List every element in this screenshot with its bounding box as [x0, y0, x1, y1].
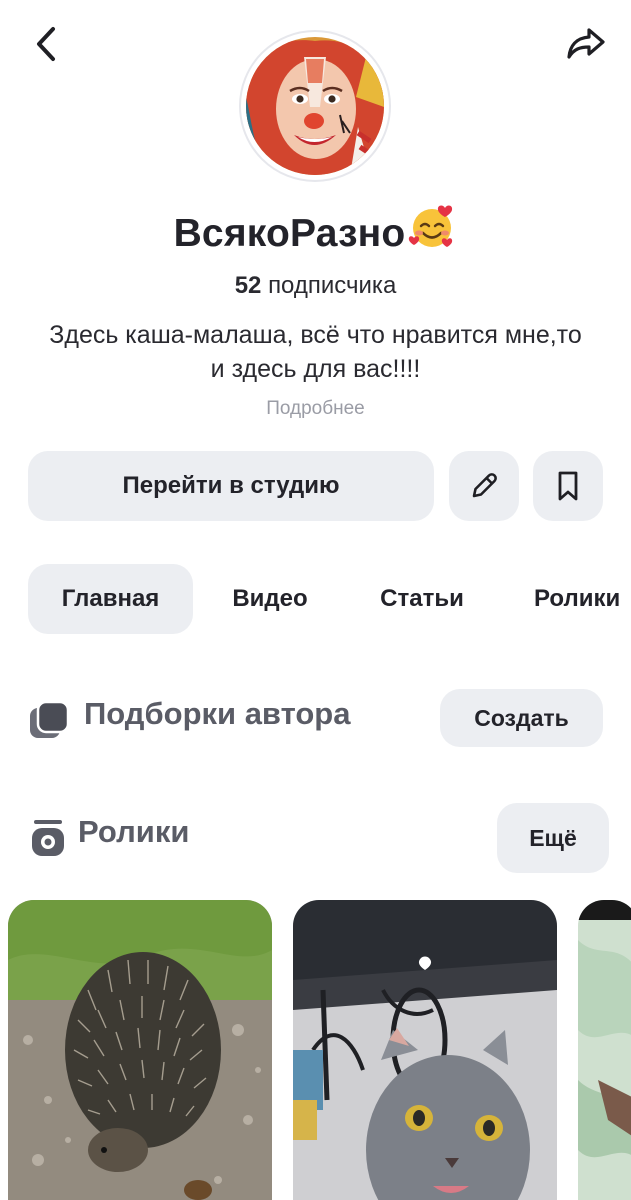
bookmark-button[interactable]: [533, 451, 603, 521]
tab-main[interactable]: Главная: [28, 564, 193, 634]
channel-name: ВсякоРазно: [0, 202, 631, 262]
channel-description: Здесь каша-малаша, всё что нравится мне,…: [49, 321, 582, 383]
share-arrow-icon: [567, 28, 605, 59]
reels-icon: [32, 820, 64, 856]
collections-section-header: Подборки автора Создать: [28, 688, 608, 748]
create-collection-button[interactable]: Создать: [440, 689, 603, 747]
collections-icon: [30, 700, 70, 738]
tab-articles[interactable]: Статьи: [360, 564, 484, 634]
subscribers-label: подписчика: [268, 272, 397, 299]
partial-thumbnail: [578, 900, 631, 1200]
share-button[interactable]: [562, 22, 610, 66]
tab-video[interactable]: Видео: [214, 564, 326, 634]
reel-card-hedgehog[interactable]: [8, 900, 272, 1200]
pencil-icon: [472, 473, 497, 498]
edit-button[interactable]: [449, 451, 519, 521]
reel-card-cat[interactable]: [293, 900, 557, 1200]
avatar: [246, 37, 384, 175]
cat-thumbnail: [293, 900, 557, 1200]
smiling-face-with-hearts-icon: [407, 202, 457, 262]
more-link[interactable]: Подробнее: [0, 398, 631, 420]
reel-card-partial[interactable]: [578, 900, 631, 1200]
reels-title: Ролики: [78, 814, 190, 849]
chevron-left-icon: [37, 27, 55, 61]
reels-more-button[interactable]: Ещё: [497, 803, 609, 873]
go-to-studio-button[interactable]: Перейти в студию: [28, 451, 434, 521]
reels-section-header: Ролики Ещё: [28, 803, 609, 873]
channel-tabs: Главная Видео Статьи Ролики: [28, 564, 631, 634]
avatar-ring[interactable]: [239, 30, 391, 182]
collections-title: Подборки автора: [84, 696, 351, 731]
subscribers-number: 52: [234, 272, 262, 299]
hedgehog-thumbnail: [8, 900, 272, 1200]
bookmark-icon: [558, 471, 578, 501]
subscribers-count: 52 подписчика: [0, 272, 631, 300]
tab-reels[interactable]: Ролики: [518, 564, 631, 634]
channel-name-text: ВсякоРазно: [173, 212, 406, 255]
back-button[interactable]: [24, 22, 68, 66]
